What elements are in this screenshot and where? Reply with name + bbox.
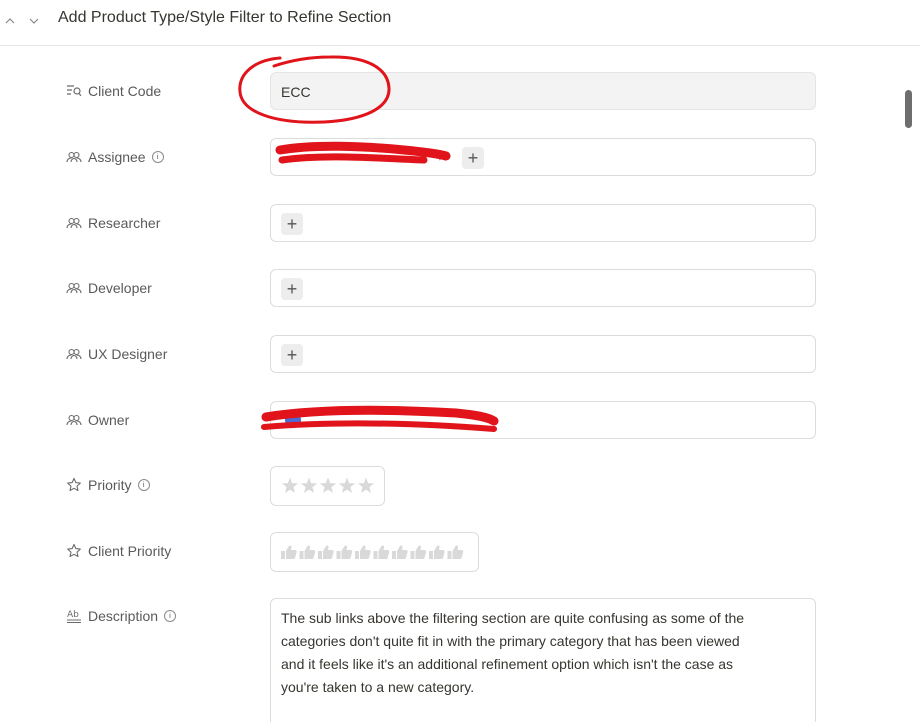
property-researcher: Researcher + [0, 204, 900, 244]
researcher-label: Researcher [88, 215, 161, 231]
add-developer-button[interactable]: + [281, 278, 303, 300]
chevron-down-icon[interactable] [26, 13, 42, 29]
people-icon [66, 280, 82, 296]
rating-thumb-icon[interactable] [429, 545, 445, 560]
task-title: Add Product Type/Style Filter to Refine … [58, 9, 392, 26]
assignee-label: Assignee [88, 149, 146, 165]
property-client-priority: Client Priority [0, 532, 900, 572]
star-rating-icons[interactable] [281, 477, 377, 495]
info-icon[interactable]: i [151, 151, 164, 163]
rating-thumb-icon[interactable] [410, 545, 427, 560]
rating-star-icon[interactable] [319, 477, 337, 493]
researcher-field[interactable]: + [270, 204, 816, 242]
rating-thumb-icon[interactable] [373, 545, 390, 560]
client-priority-label: Client Priority [88, 543, 172, 559]
property-developer: Developer + [0, 269, 900, 309]
property-assignee: Assignee i × + [0, 138, 900, 178]
rating-star-icon[interactable] [338, 477, 356, 493]
client-priority-rating[interactable] [270, 532, 479, 572]
rating-thumb-icon[interactable] [336, 545, 353, 560]
task-header: Add Product Type/Style Filter to Refine … [0, 0, 920, 46]
property-label: Ab Description i [66, 608, 177, 624]
client-code-value: ECC [281, 84, 311, 100]
rating-star-icon[interactable] [357, 477, 375, 493]
star-icon [66, 477, 82, 493]
priority-rating[interactable] [270, 466, 385, 506]
client-code-field[interactable]: ECC [270, 72, 816, 110]
people-icon [66, 346, 82, 362]
info-icon[interactable]: i [137, 479, 150, 491]
rating-thumb-icon[interactable] [281, 545, 297, 560]
property-label: UX Designer [66, 346, 167, 362]
description-label: Description [88, 608, 159, 624]
developer-label: Developer [88, 280, 152, 296]
assignee-field[interactable]: × + [270, 138, 816, 176]
client-code-label: Client Code [88, 83, 162, 99]
description-line: The sub links above the filtering sectio… [281, 610, 745, 626]
property-ux-designer: UX Designer + [0, 335, 900, 375]
add-ux-designer-button[interactable]: + [281, 344, 303, 366]
thumbs-rating-icons[interactable] [281, 543, 471, 561]
owner-label: Owner [88, 412, 130, 428]
text-format-icon: Ab [66, 608, 82, 624]
property-label: Client Priority [66, 543, 171, 559]
ux-designer-label: UX Designer [88, 346, 168, 362]
chevron-up-icon[interactable] [2, 13, 18, 29]
description-line: categories don't quite fit in with the p… [281, 633, 740, 649]
rating-thumb-icon[interactable] [392, 545, 408, 560]
property-priority: Priority i [0, 466, 900, 506]
rating-thumb-icon[interactable] [318, 545, 334, 560]
property-label: Client Code [66, 83, 161, 99]
people-icon [66, 149, 82, 165]
star-icon [66, 543, 82, 559]
property-label: Developer [66, 280, 152, 296]
owner-field[interactable] [270, 401, 816, 439]
owner-avatar[interactable] [285, 412, 301, 428]
property-label: Researcher [66, 215, 160, 231]
rating-star-icon[interactable] [281, 477, 299, 493]
rating-thumb-icon[interactable] [299, 545, 316, 560]
property-label: Assignee i [66, 149, 164, 165]
people-icon [66, 215, 82, 231]
rating-star-icon[interactable] [300, 477, 318, 493]
remove-assignee-icon[interactable]: × [438, 149, 446, 165]
task-detail-panel: Add Product Type/Style Filter to Refine … [0, 0, 920, 722]
property-label: Owner [66, 412, 129, 428]
description-line: and it feels like it's an additional ref… [281, 656, 734, 672]
text-search-icon [66, 83, 82, 99]
property-owner: Owner [0, 401, 900, 441]
add-assignee-button[interactable]: + [462, 147, 484, 169]
description-field[interactable]: The sub links above the filtering sectio… [270, 598, 816, 722]
property-label: Priority i [66, 477, 150, 493]
info-icon[interactable]: i [164, 610, 177, 622]
svg-text:Ab: Ab [67, 610, 79, 620]
add-researcher-button[interactable]: + [281, 213, 303, 235]
rating-thumb-icon[interactable] [447, 545, 464, 560]
priority-label: Priority [88, 477, 132, 493]
developer-field[interactable]: + [270, 269, 816, 307]
people-icon [66, 412, 82, 428]
ux-designer-field[interactable]: + [270, 335, 816, 373]
scrollbar-thumb[interactable] [905, 90, 912, 128]
rating-thumb-icon[interactable] [355, 545, 371, 560]
description-line: you're taken to a new category. [281, 679, 475, 695]
property-client-code: Client Code ECC [0, 72, 900, 112]
